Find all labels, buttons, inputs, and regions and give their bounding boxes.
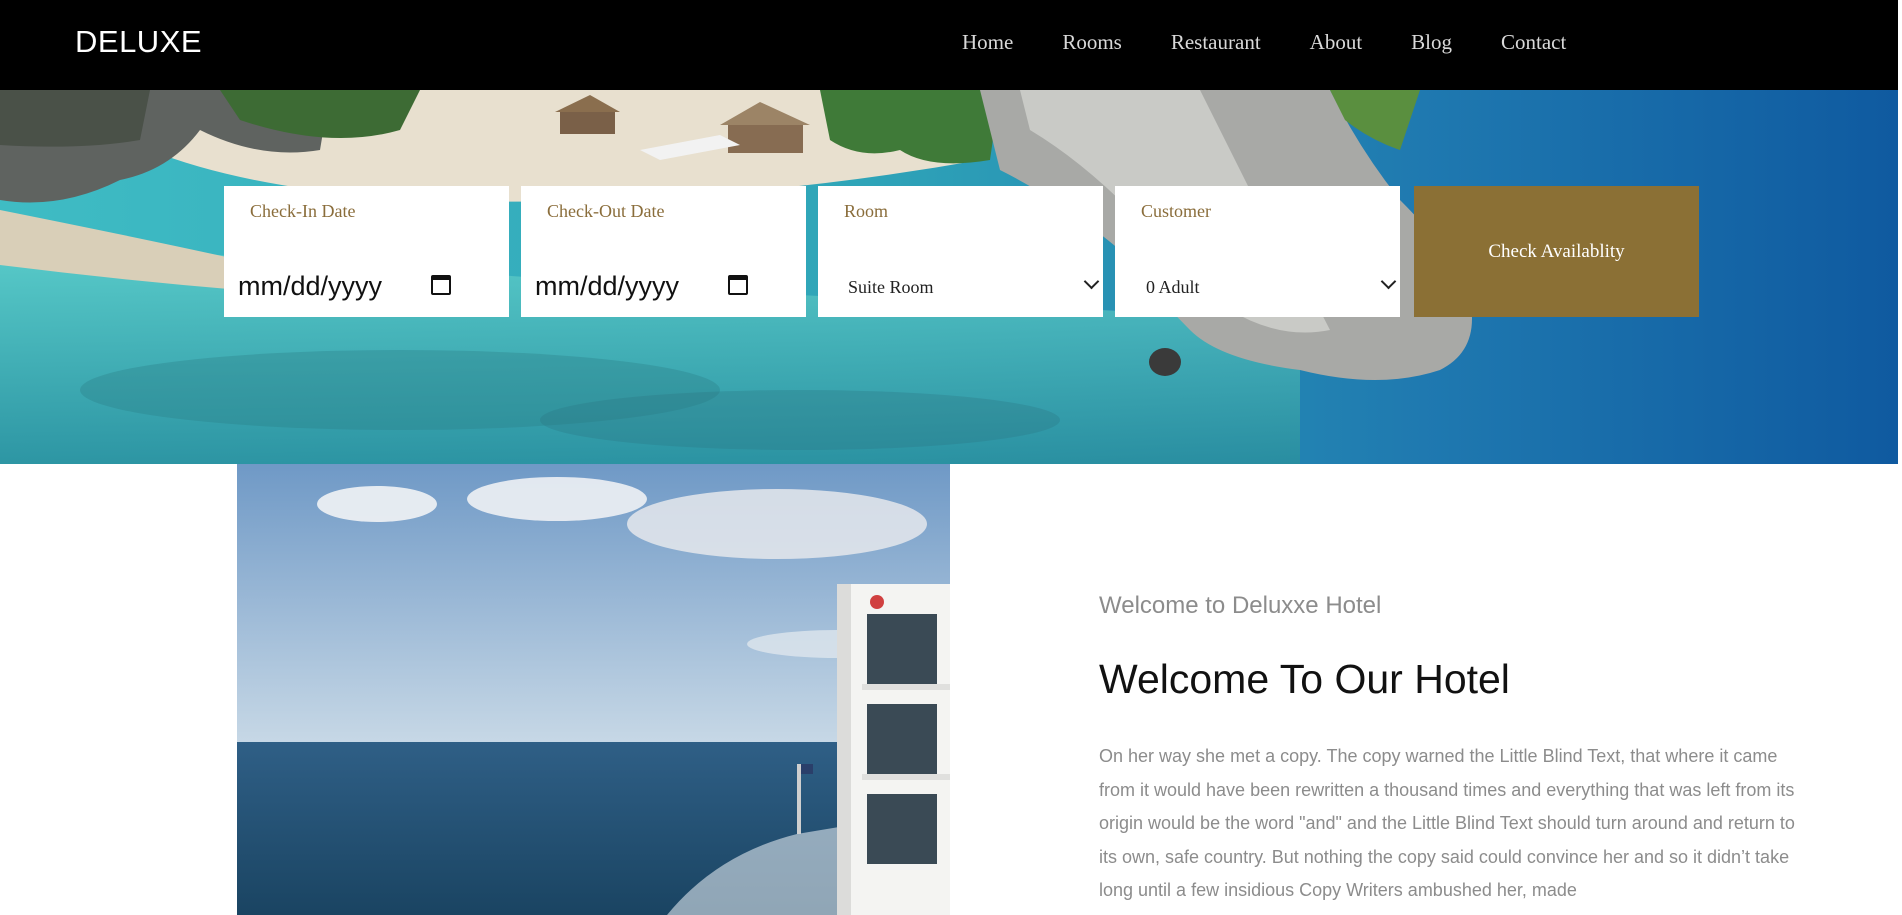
room-select[interactable]: Suite Room <box>848 277 934 298</box>
check-availability-button[interactable]: Check Availablity <box>1414 186 1699 317</box>
checkout-label: Check-Out Date <box>547 201 665 221</box>
hotel-seaside-illustration <box>237 464 950 915</box>
calendar-icon[interactable] <box>728 275 748 295</box>
nav-about[interactable]: About <box>1310 30 1363 55</box>
checkout-input[interactable]: mm/dd/yyyy <box>535 271 679 302</box>
nav-home[interactable]: Home <box>962 30 1013 55</box>
chevron-down-icon[interactable] <box>1083 273 1100 290</box>
nav-blog[interactable]: Blog <box>1411 30 1452 55</box>
checkout-field[interactable]: Check-Out Date mm/dd/yyyy <box>521 186 806 317</box>
welcome-paragraph: On her way she met a copy. The copy warn… <box>1099 746 1795 900</box>
customer-label: Customer <box>1141 201 1211 221</box>
nav-restaurant[interactable]: Restaurant <box>1171 30 1261 55</box>
welcome-title: Welcome To Our Hotel <box>1099 656 1510 702</box>
calendar-icon[interactable] <box>431 275 451 295</box>
brand-logo[interactable]: DELUXE <box>75 24 202 60</box>
welcome-subtitle: Welcome to Deluxxe Hotel <box>1099 592 1382 619</box>
checkin-field[interactable]: Check-In Date mm/dd/yyyy <box>224 186 509 317</box>
chevron-down-icon[interactable] <box>1380 273 1397 290</box>
customer-field[interactable]: Customer 0 Adult <box>1115 186 1400 317</box>
main-nav: Home Rooms Restaurant About Blog Contact <box>962 30 1615 55</box>
nav-contact[interactable]: Contact <box>1501 30 1566 55</box>
room-label: Room <box>844 201 889 221</box>
navbar: DELUXE Home Rooms Restaurant About Blog … <box>0 0 1898 90</box>
hotel-photo <box>237 464 950 915</box>
nav-rooms[interactable]: Rooms <box>1062 30 1122 55</box>
customer-select[interactable]: 0 Adult <box>1146 277 1200 298</box>
checkin-label: Check-In Date <box>250 201 356 221</box>
checkin-input[interactable]: mm/dd/yyyy <box>238 271 382 302</box>
room-field[interactable]: Room Suite Room <box>818 186 1103 317</box>
